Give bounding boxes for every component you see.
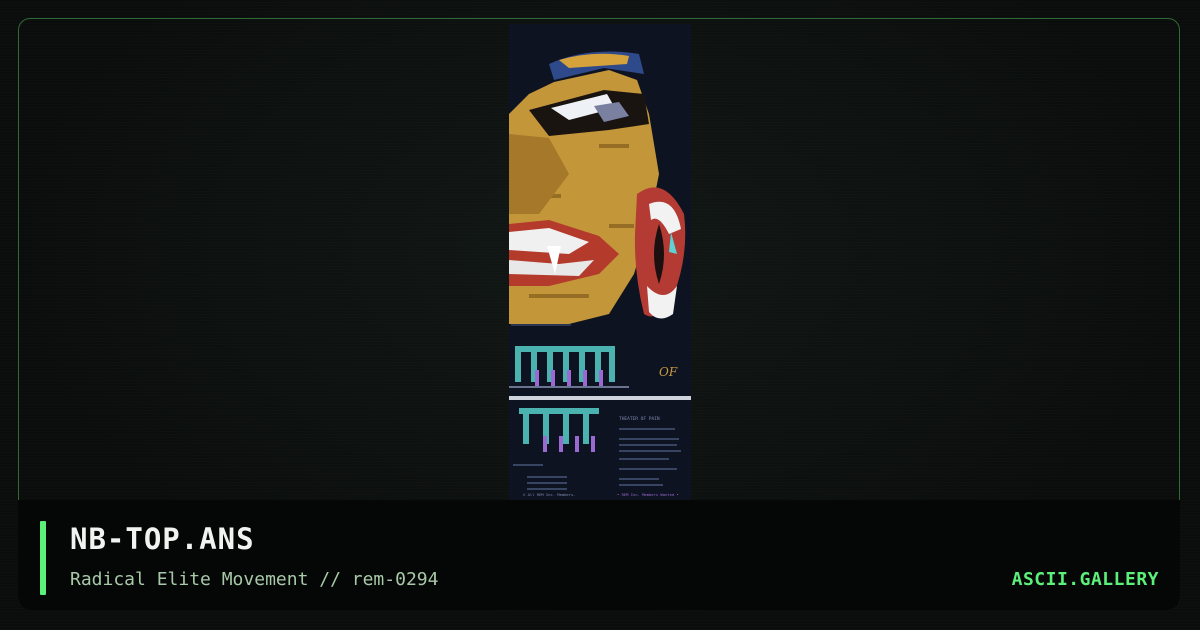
art-header-text: THEATER OF PAIN [619, 416, 660, 422]
caption-bar: NB-TOP.ANS Radical Elite Movement // rem… [18, 500, 1180, 610]
accent-bar [40, 521, 46, 595]
svg-text:OF: OF [659, 365, 678, 379]
ansi-artwork-image: OF THEATER OF PAIN © All REM Inc. Member… [509, 24, 691, 500]
artwork-group[interactable]: Radical Elite Movement // rem-0294 [70, 569, 438, 590]
ansi-artwork-preview[interactable]: OF THEATER OF PAIN © All REM Inc. Member… [509, 24, 691, 500]
artwork-title[interactable]: NB-TOP.ANS [70, 522, 255, 556]
art-footer-right: • REM Inc. Members Wanted • [617, 492, 679, 497]
art-footer-left: © All REM Inc. Members. [523, 492, 576, 497]
og-card: OF THEATER OF PAIN © All REM Inc. Member… [0, 0, 1200, 630]
site-brand[interactable]: ASCII.GALLERY [1012, 569, 1159, 590]
